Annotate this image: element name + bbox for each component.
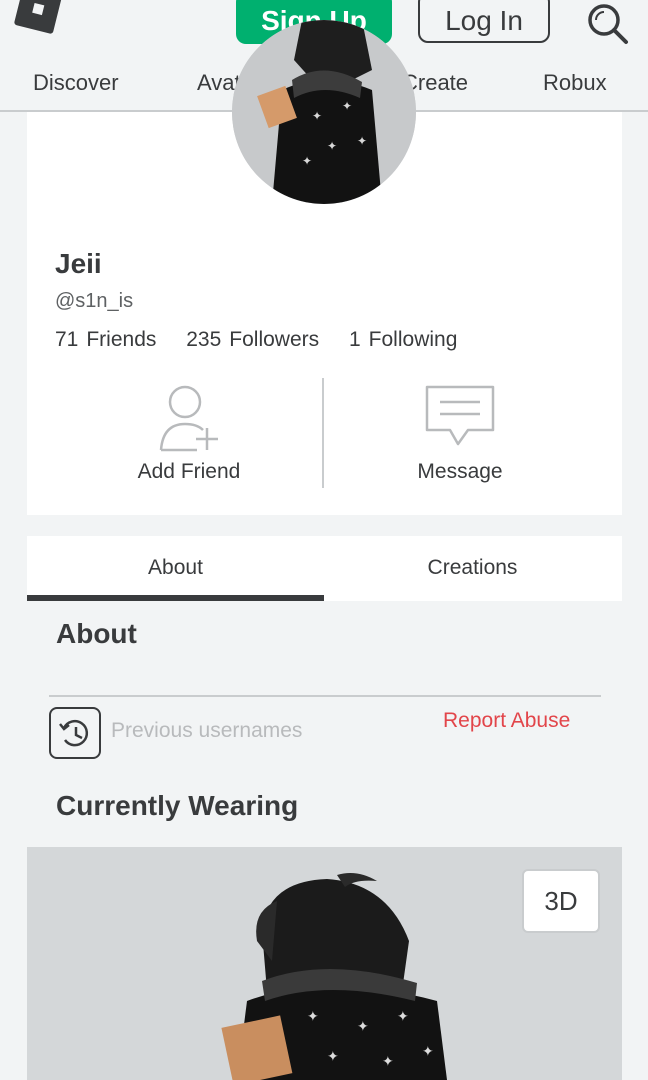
add-friend-icon	[159, 385, 218, 452]
username: @s1n_is	[55, 290, 134, 312]
previous-usernames-label[interactable]: Previous usernames	[111, 719, 302, 743]
history-icon	[59, 719, 89, 747]
toggle-3d-button[interactable]: 3D	[522, 869, 600, 933]
following-label: Following	[368, 328, 458, 351]
svg-text:✦: ✦	[327, 1048, 339, 1064]
message-button[interactable]: Message	[360, 380, 560, 490]
roblox-logo-icon[interactable]	[13, 0, 63, 35]
message-label: Message	[417, 460, 503, 483]
svg-text:✦: ✦	[307, 1008, 319, 1024]
svg-text:✦: ✦	[357, 134, 367, 148]
tab-creations[interactable]: Creations	[324, 536, 621, 601]
following-stat[interactable]: 1 Following	[349, 328, 457, 352]
profile-stats: 71 Friends 235 Followers 1 Following	[55, 328, 481, 352]
following-count: 1	[348, 328, 361, 351]
followers-stat[interactable]: 235 Followers	[186, 328, 319, 352]
report-abuse-link[interactable]: Report Abuse	[443, 709, 570, 733]
friends-label: Friends	[86, 328, 157, 351]
svg-text:✦: ✦	[327, 139, 337, 153]
tab-about[interactable]: About	[27, 536, 324, 601]
about-divider	[49, 695, 601, 697]
svg-text:✦: ✦	[357, 1018, 369, 1034]
svg-text:✦: ✦	[302, 154, 312, 168]
avatar-3d-viewer[interactable]: ✦ ✦ ✦ ✦ ✦ ✦ 3D	[27, 847, 622, 1080]
about-heading: About	[56, 618, 137, 649]
active-tab-indicator	[27, 595, 324, 601]
svg-text:✦: ✦	[312, 109, 322, 123]
svg-text:✦: ✦	[397, 1008, 409, 1024]
friends-stat[interactable]: 71 Friends	[55, 328, 156, 352]
friends-count: 71	[55, 328, 79, 351]
add-friend-label: Add Friend	[137, 460, 241, 483]
svg-text:✦: ✦	[382, 1053, 394, 1069]
message-icon	[425, 385, 495, 446]
nav-discover[interactable]: Discover	[33, 70, 119, 96]
log-in-button[interactable]: Log In	[418, 0, 550, 43]
search-icon[interactable]	[584, 0, 630, 46]
display-name: Jeii	[55, 248, 102, 279]
add-friend-button[interactable]: Add Friend	[89, 380, 289, 490]
profile-card: ✦ ✦ ✦ ✦ ✦ Jeii @s1n_is 71 Friends 235 Foll…	[27, 20, 622, 515]
avatar-render: ✦ ✦ ✦ ✦ ✦ ✦	[221, 873, 447, 1080]
nav-robux[interactable]: Robux	[543, 70, 607, 96]
actions-divider	[322, 378, 324, 488]
followers-label: Followers	[229, 328, 320, 351]
currently-wearing-heading: Currently Wearing	[56, 790, 299, 821]
svg-text:✦: ✦	[342, 99, 352, 113]
profile-tabs: About Creations	[27, 536, 622, 601]
avatar: ✦ ✦ ✦ ✦ ✦	[232, 20, 416, 204]
followers-count: 235	[186, 328, 222, 351]
previous-usernames-button[interactable]	[49, 707, 101, 759]
svg-text:✦: ✦	[422, 1043, 434, 1059]
